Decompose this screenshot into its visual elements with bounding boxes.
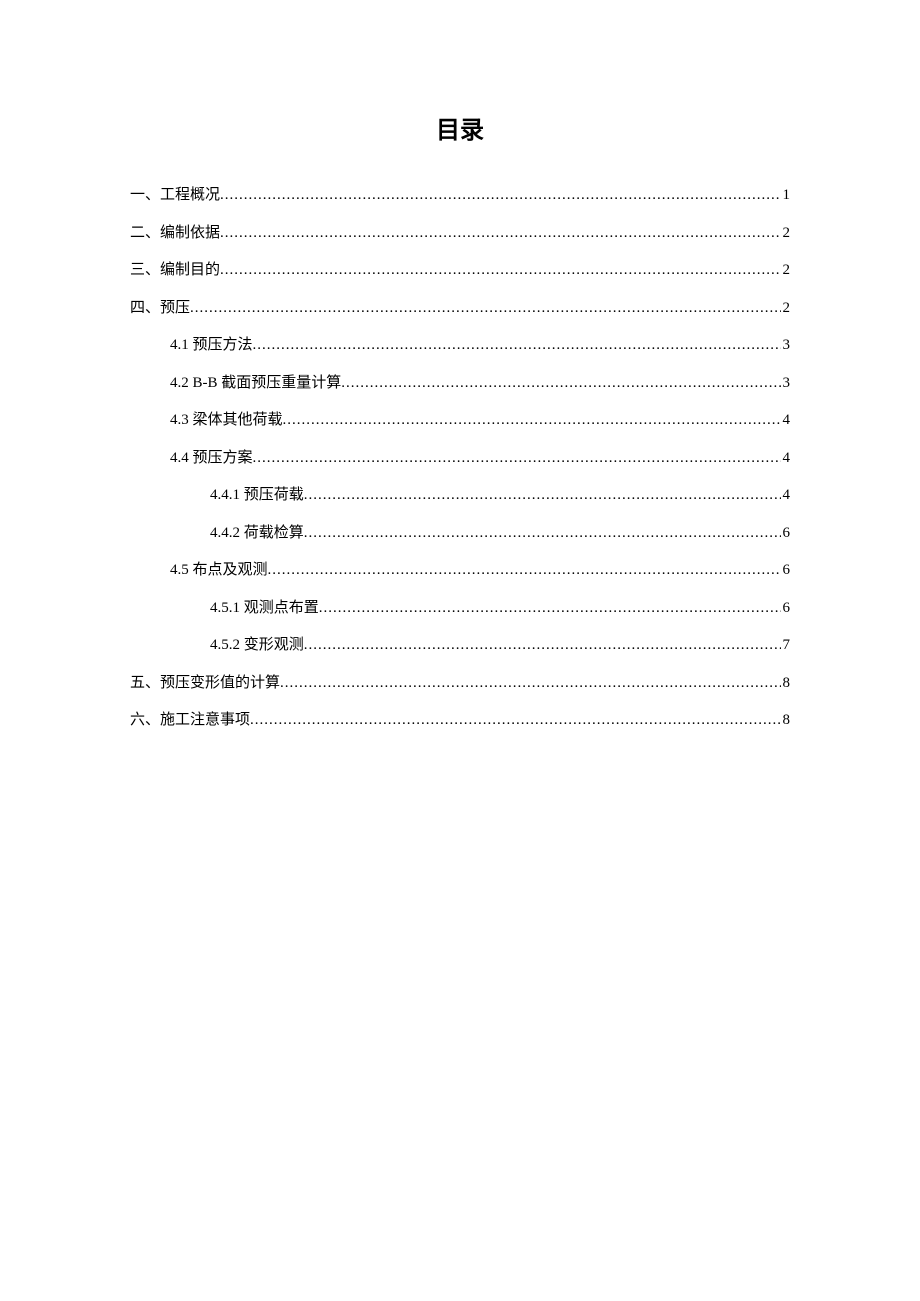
toc-leader xyxy=(280,665,780,703)
toc-leader xyxy=(250,702,780,740)
toc-label: 4.5.2 变形观测 xyxy=(210,627,304,665)
toc-entry: 4.4.1 预压荷载 4 xyxy=(130,477,790,515)
toc-page: 4 xyxy=(781,477,791,515)
toc-label: 4.2 B-B 截面预压重量计算 xyxy=(170,365,341,403)
toc-page: 6 xyxy=(781,552,791,590)
toc-label: 三、编制目的 xyxy=(130,252,220,290)
toc-page: 1 xyxy=(781,177,791,215)
toc-page: 4 xyxy=(781,402,791,440)
toc-leader xyxy=(220,252,780,290)
toc-entry: 一、工程概况 1 xyxy=(130,177,790,215)
toc-label: 4.1 预压方法 xyxy=(170,327,253,365)
toc-label: 4.5 布点及观测 xyxy=(170,552,268,590)
toc-page: 8 xyxy=(781,665,791,703)
toc-leader xyxy=(220,177,780,215)
toc-entry: 二、编制依据 2 xyxy=(130,215,790,253)
toc-leader xyxy=(220,215,780,253)
toc-leader xyxy=(268,552,781,590)
toc-leader xyxy=(304,627,781,665)
toc-page: 4 xyxy=(781,440,791,478)
toc-label: 四、预压 xyxy=(130,290,190,328)
toc-leader xyxy=(319,590,781,628)
toc-entry: 4.1 预压方法 3 xyxy=(130,327,790,365)
toc-entry: 六、施工注意事项 8 xyxy=(130,702,790,740)
toc-leader xyxy=(304,477,781,515)
toc-label: 4.5.1 观测点布置 xyxy=(210,590,319,628)
toc-entry: 四、预压 2 xyxy=(130,290,790,328)
toc-leader xyxy=(253,440,781,478)
toc-label: 一、工程概况 xyxy=(130,177,220,215)
toc-leader xyxy=(304,515,781,553)
toc-page: 3 xyxy=(781,327,791,365)
toc-entry: 4.5 布点及观测 6 xyxy=(130,552,790,590)
toc-page: 2 xyxy=(781,290,791,328)
toc-entry: 4.3 梁体其他荷载 4 xyxy=(130,402,790,440)
toc-entry: 4.5.2 变形观测 7 xyxy=(130,627,790,665)
toc-label: 4.3 梁体其他荷载 xyxy=(170,402,283,440)
toc-leader xyxy=(190,290,780,328)
table-of-contents: 一、工程概况 1 二、编制依据 2 三、编制目的 2 四、预压 2 4.1 预压… xyxy=(130,177,790,740)
toc-label: 4.4 预压方案 xyxy=(170,440,253,478)
toc-entry: 三、编制目的 2 xyxy=(130,252,790,290)
toc-entry: 4.5.1 观测点布置 6 xyxy=(130,590,790,628)
toc-label: 二、编制依据 xyxy=(130,215,220,253)
toc-label: 五、预压变形值的计算 xyxy=(130,665,280,703)
toc-entry: 4.2 B-B 截面预压重量计算 3 xyxy=(130,365,790,403)
toc-page: 6 xyxy=(781,515,791,553)
toc-entry: 4.4.2 荷载检算 6 xyxy=(130,515,790,553)
toc-label: 4.4.2 荷载检算 xyxy=(210,515,304,553)
toc-page: 3 xyxy=(781,365,791,403)
toc-page: 2 xyxy=(781,252,791,290)
toc-page: 7 xyxy=(781,627,791,665)
toc-page: 6 xyxy=(781,590,791,628)
toc-page: 8 xyxy=(781,702,791,740)
toc-label: 六、施工注意事项 xyxy=(130,702,250,740)
toc-leader xyxy=(341,365,780,403)
toc-page: 2 xyxy=(781,215,791,253)
page-title: 目录 xyxy=(130,110,790,145)
toc-leader xyxy=(253,327,781,365)
toc-leader xyxy=(283,402,781,440)
toc-entry: 五、预压变形值的计算 8 xyxy=(130,665,790,703)
toc-label: 4.4.1 预压荷载 xyxy=(210,477,304,515)
toc-entry: 4.4 预压方案 4 xyxy=(130,440,790,478)
